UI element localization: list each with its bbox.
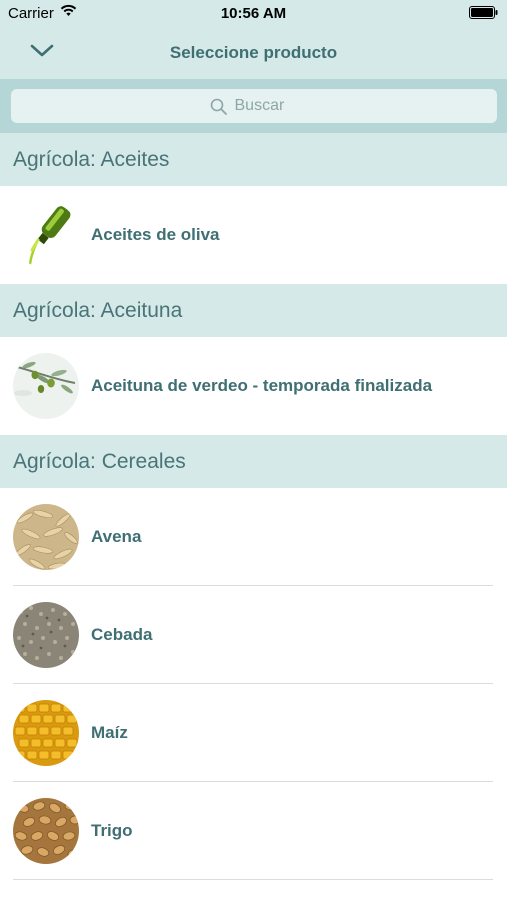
navigation-bar: Carrier 10:56 AM Seleccione producto	[0, 0, 507, 79]
barley-thumbnail	[13, 602, 79, 668]
list-item-label: Trigo	[91, 821, 133, 840]
battery-icon	[469, 6, 498, 19]
list-item-trigo[interactable]: Trigo	[0, 782, 507, 880]
list-item-label: Aceites de oliva	[91, 225, 220, 244]
corn-thumbnail	[13, 700, 79, 766]
list-item-cebada[interactable]: Cebada	[0, 586, 507, 684]
list-item-label: Cebada	[91, 625, 153, 644]
search-bar	[0, 79, 507, 133]
clock: 10:56 AM	[220, 5, 287, 22]
product-list: Agrícola: Aceites Aceites de oliva Agríc…	[0, 133, 507, 880]
row-divider	[13, 879, 493, 880]
section-header-aceituna: Agrícola: Aceituna	[0, 284, 507, 337]
search-input[interactable]	[234, 97, 299, 115]
list-item-maiz[interactable]: Maíz	[0, 684, 507, 782]
olive-branch-thumbnail	[13, 353, 79, 419]
section-header-aceites: Agrícola: Aceites	[0, 133, 507, 186]
section-header-cereales: Agrícola: Cereales	[0, 435, 507, 488]
list-item-label: Avena	[91, 527, 142, 546]
list-item-aceituna-de-verdeo[interactable]: Aceituna de verdeo - temporada finalizad…	[0, 337, 507, 435]
list-item-label: Maíz	[91, 723, 128, 742]
wheat-thumbnail	[13, 798, 79, 864]
oat-thumbnail	[13, 504, 79, 570]
list-item-aceites-de-oliva[interactable]: Aceites de oliva	[0, 186, 507, 284]
status-bar: Carrier 10:56 AM	[0, 0, 507, 28]
list-item-label: Aceituna de verdeo - temporada finalizad…	[91, 376, 433, 395]
search-icon	[210, 98, 227, 115]
page-title: Seleccione producto	[169, 43, 338, 62]
olive-oil-bottle-icon	[13, 202, 79, 268]
search-field[interactable]	[11, 89, 497, 123]
list-item-avena[interactable]: Avena	[0, 488, 507, 586]
